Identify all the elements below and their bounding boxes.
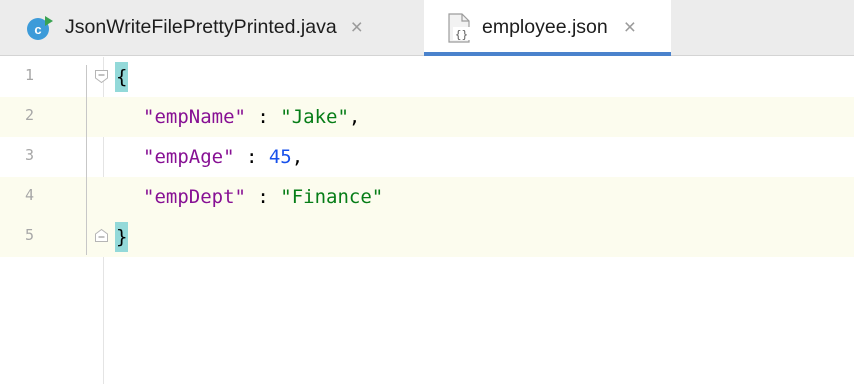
editor-tab-bar: c JsonWriteFilePrettyPrinted.java × {} e…	[0, 0, 854, 56]
close-brace: }	[115, 222, 129, 252]
line-number: 1	[24, 66, 34, 84]
json-comma: ,	[291, 146, 304, 168]
line-text[interactable]: "empDept" : "Finance"	[143, 182, 383, 212]
json-file-icon: {}	[446, 12, 472, 43]
json-separator: :	[245, 106, 281, 128]
code-line: 5 }	[0, 217, 854, 257]
code-line: 3 "empAge" : 45,	[0, 137, 854, 177]
json-key: "empName"	[143, 106, 246, 128]
code-line: 2 "empName" : "Jake",	[0, 97, 854, 137]
java-class-icon: c	[26, 14, 54, 42]
close-icon[interactable]: ×	[351, 17, 363, 38]
fold-collapse-icon[interactable]	[94, 69, 109, 84]
json-value: 45	[268, 146, 292, 168]
line-number: 3	[24, 146, 34, 164]
json-value: "Jake"	[280, 106, 349, 128]
fold-end-icon[interactable]	[94, 228, 109, 243]
tab-label: employee.json	[482, 16, 608, 38]
line-text[interactable]: "empAge" : 45,	[143, 142, 303, 172]
svg-text:c: c	[34, 22, 41, 37]
line-number: 5	[24, 226, 34, 244]
tab-label: JsonWriteFilePrettyPrinted.java	[65, 16, 337, 38]
line-text[interactable]: "empName" : "Jake",	[143, 102, 360, 132]
json-separator: :	[234, 146, 269, 168]
json-separator: :	[245, 186, 281, 208]
tab-java-file[interactable]: c JsonWriteFilePrettyPrinted.java ×	[0, 0, 422, 55]
close-icon[interactable]: ×	[624, 17, 636, 38]
json-key: "empAge"	[143, 146, 235, 168]
line-number: 4	[24, 186, 34, 204]
tab-json-file[interactable]: {} employee.json ×	[424, 0, 671, 56]
code-editor[interactable]: 1 { 2 "empName" : "Jake", 3 "empAge" : 4…	[0, 57, 854, 384]
json-value: "Finance"	[280, 186, 384, 208]
json-key: "empDept"	[143, 186, 246, 208]
json-comma: ,	[348, 106, 361, 128]
open-brace: {	[115, 62, 129, 92]
line-text[interactable]: }	[115, 222, 129, 252]
line-text[interactable]: {	[115, 62, 129, 92]
code-line: 4 "empDept" : "Finance"	[0, 177, 854, 217]
code-line: 1 {	[0, 57, 854, 97]
svg-text:{}: {}	[455, 28, 468, 41]
line-number: 2	[24, 106, 34, 124]
